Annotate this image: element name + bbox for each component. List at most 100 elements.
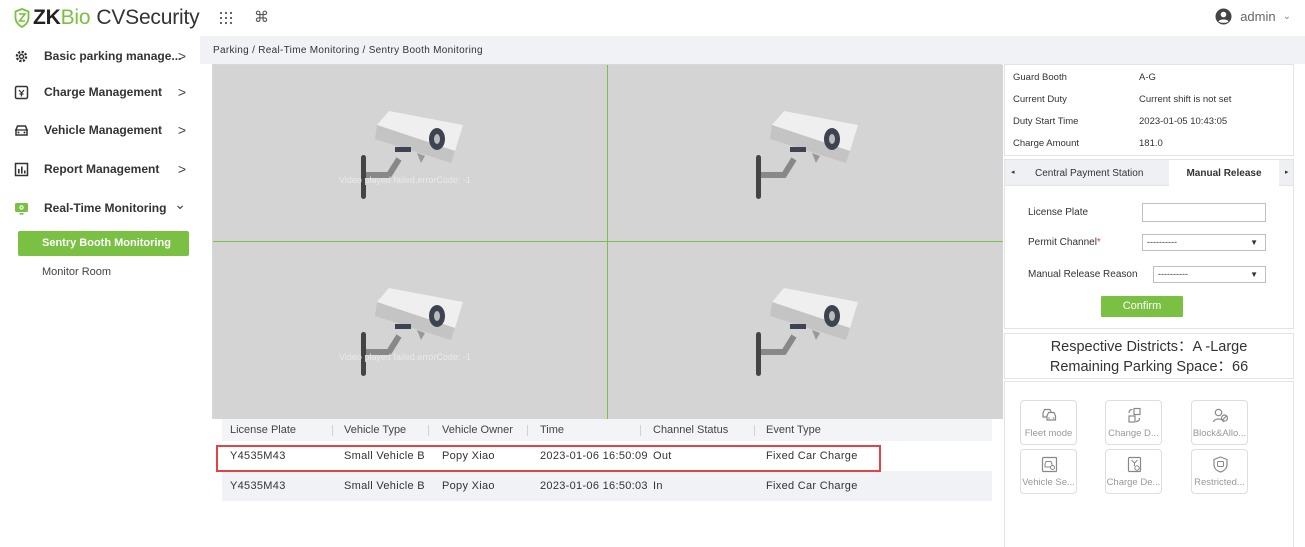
video-cell[interactable] bbox=[608, 242, 1003, 419]
sidebar-subitem-sentry-booth-monitoring[interactable]: Sentry Booth Monitoring bbox=[18, 231, 189, 256]
tool-label: Vehicle Se... bbox=[1022, 477, 1075, 488]
apps-grid-icon[interactable] bbox=[219, 11, 233, 25]
column-header: Time bbox=[540, 424, 565, 436]
user-menu[interactable]: admin ⌄ bbox=[1215, 8, 1291, 25]
charge-detail-button[interactable]: Charge De... bbox=[1105, 449, 1162, 494]
column-divider bbox=[428, 425, 429, 436]
column-header: License Plate bbox=[230, 424, 297, 436]
command-icon[interactable]: ⌘ bbox=[254, 8, 269, 26]
monitor-icon bbox=[15, 202, 28, 215]
video-cell[interactable]: Video played failed,errorCode: -1 bbox=[213, 242, 608, 419]
permit-channel-label-text: Permit Channel bbox=[1028, 237, 1097, 248]
breadcrumb: Parking / Real-Time Monitoring / Sentry … bbox=[213, 45, 483, 56]
release-tabs-panel: ◂ Central Payment Station Manual Release… bbox=[1004, 159, 1294, 329]
column-divider bbox=[527, 425, 528, 436]
charge-detail-icon bbox=[1127, 456, 1142, 473]
tab-manual-release[interactable]: Manual Release bbox=[1169, 160, 1279, 186]
info-label-current-duty: Current Duty bbox=[1013, 94, 1067, 105]
block-allow-list-button[interactable]: Block&Allo... bbox=[1191, 400, 1248, 445]
booth-info-panel: Guard Booth A-G Current Duty Current shi… bbox=[1004, 64, 1294, 156]
shield-logo-icon bbox=[14, 8, 30, 28]
sidebar-item-label: Real-Time Monitoring bbox=[44, 201, 167, 215]
tab-scroll-right-icon[interactable]: ▸ bbox=[1285, 168, 1289, 176]
tab-central-payment-station[interactable]: Central Payment Station bbox=[1035, 168, 1143, 179]
app-logo[interactable]: ZK Bio CVSecurity bbox=[14, 6, 200, 30]
tool-label: Fleet mode bbox=[1024, 428, 1073, 439]
video-grid: Video played failed,errorCode: -1 Video … bbox=[212, 64, 1003, 419]
cell-license-plate: Y4535M43 bbox=[230, 450, 286, 462]
breadcrumb-bar: Parking / Real-Time Monitoring / Sentry … bbox=[200, 36, 1305, 64]
manual-release-reason-label: Manual Release Reason bbox=[1028, 269, 1138, 280]
cell-time: 2023-01-06 16:50:09 bbox=[540, 450, 648, 462]
chevron-right-icon: > bbox=[177, 161, 186, 177]
cell-event-type: Fixed Car Charge bbox=[766, 480, 858, 492]
quick-tools-panel: Fleet mode Change D... Block&Allo... Veh… bbox=[1004, 381, 1294, 547]
table-header: License Plate Vehicle Type Vehicle Owner… bbox=[222, 419, 992, 441]
bar-chart-icon bbox=[14, 162, 29, 176]
dropdown-caret-icon: ▼ bbox=[1250, 270, 1258, 279]
sidebar-item-basic-parking[interactable]: Basic parking manage... > bbox=[14, 46, 192, 66]
column-header: Channel Status bbox=[653, 424, 729, 436]
column-header: Event Type bbox=[766, 424, 821, 436]
tab-bar: ◂ Central Payment Station Manual Release… bbox=[1005, 160, 1293, 186]
tab-scroll-left-icon[interactable]: ◂ bbox=[1011, 168, 1015, 176]
district-info-panel: Respective Districts：A -Large Remaining … bbox=[1004, 333, 1294, 379]
info-value-guard-booth: A-G bbox=[1139, 72, 1156, 83]
column-divider bbox=[640, 425, 641, 436]
brand-bio: Bio bbox=[60, 6, 91, 29]
cell-event-type: Fixed Car Charge bbox=[766, 450, 858, 462]
vehicle-search-button[interactable]: Vehicle Se... bbox=[1020, 449, 1077, 494]
change-device-button[interactable]: Change D... bbox=[1105, 400, 1162, 445]
confirm-button[interactable]: Confirm bbox=[1101, 296, 1183, 317]
gear-icon bbox=[15, 50, 28, 62]
chevron-down-icon: ⌄ bbox=[174, 196, 186, 212]
manual-release-reason-select[interactable]: ---------- ▼ bbox=[1153, 266, 1266, 283]
tool-label: Charge De... bbox=[1106, 477, 1161, 488]
tool-label: Change D... bbox=[1108, 428, 1159, 439]
license-plate-input[interactable] bbox=[1142, 203, 1266, 222]
receipt-icon bbox=[14, 85, 29, 99]
sidebar-item-label: Vehicle Management bbox=[44, 123, 163, 137]
info-label-guard-booth: Guard Booth bbox=[1013, 72, 1067, 83]
permit-channel-label: Permit Channel* bbox=[1028, 237, 1101, 248]
info-value-charge-amount: 181.0 bbox=[1139, 138, 1163, 149]
table-row[interactable]: Y4535M43 Small Vehicle B Popy Xiao 2023-… bbox=[222, 441, 992, 471]
cell-vehicle-type: Small Vehicle B bbox=[344, 450, 425, 462]
vehicle-search-icon bbox=[1041, 456, 1058, 473]
restricted-icon bbox=[1213, 456, 1228, 473]
cell-vehicle-owner: Popy Xiao bbox=[442, 480, 495, 492]
info-label-duty-start-time: Duty Start Time bbox=[1013, 116, 1079, 127]
info-label-charge-amount: Charge Amount bbox=[1013, 138, 1080, 149]
fleet-icon bbox=[1042, 408, 1057, 421]
info-value-current-duty: Current shift is not set bbox=[1139, 94, 1232, 105]
brand-zk: ZK bbox=[33, 6, 61, 29]
user-avatar-icon bbox=[1215, 8, 1232, 25]
sidebar-item-charge-management[interactable]: Charge Management > bbox=[14, 82, 192, 102]
sidebar-item-real-time-monitoring[interactable]: Real-Time Monitoring ⌄ bbox=[14, 196, 192, 218]
cell-license-plate: Y4535M43 bbox=[230, 480, 286, 492]
cell-vehicle-owner: Popy Xiao bbox=[442, 450, 495, 462]
video-cell[interactable] bbox=[608, 65, 1003, 242]
license-plate-label: License Plate bbox=[1028, 207, 1089, 218]
column-header: Vehicle Type bbox=[344, 424, 407, 436]
sidebar-subitem-monitor-room[interactable]: Monitor Room bbox=[18, 262, 189, 282]
permit-channel-select[interactable]: ---------- ▼ bbox=[1142, 234, 1266, 251]
table-row[interactable]: Y4535M43 Small Vehicle B Popy Xiao 2023-… bbox=[222, 471, 992, 501]
camera-placeholder-icon bbox=[756, 111, 858, 199]
sidebar-item-vehicle-management[interactable]: Vehicle Management > bbox=[14, 120, 192, 140]
chevron-down-icon: ⌄ bbox=[1282, 11, 1291, 22]
required-marker: * bbox=[1096, 237, 1101, 248]
restricted-button[interactable]: Restricted... bbox=[1191, 449, 1248, 494]
video-cell[interactable]: Video played failed,errorCode: -1 bbox=[213, 65, 608, 242]
column-divider bbox=[332, 425, 333, 436]
fleet-mode-button[interactable]: Fleet mode bbox=[1020, 400, 1077, 445]
tool-label: Restricted... bbox=[1194, 477, 1245, 488]
sidebar-item-report-management[interactable]: Report Management > bbox=[14, 159, 192, 179]
camera-placeholder-icon bbox=[361, 111, 463, 199]
dropdown-caret-icon: ▼ bbox=[1250, 238, 1258, 247]
cell-time: 2023-01-06 16:50:03 bbox=[540, 480, 648, 492]
access-record-table: License Plate Vehicle Type Vehicle Owner… bbox=[222, 419, 992, 501]
video-error-message: Video played failed,errorCode: -1 bbox=[339, 352, 471, 362]
brand-product: CVSecurity bbox=[96, 6, 200, 29]
chevron-right-icon: > bbox=[177, 84, 186, 100]
